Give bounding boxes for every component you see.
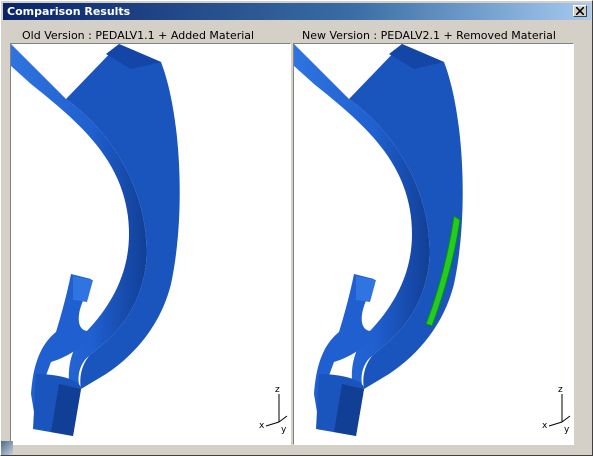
- pedal-model: [294, 44, 463, 436]
- old-version-label: Old Version : PEDALV1.1 + Added Material: [22, 29, 255, 42]
- axis-z-label: z: [558, 385, 563, 395]
- corner-graphic: [1, 441, 13, 455]
- axis-y-label: y: [564, 425, 570, 435]
- axis-triad: [548, 394, 571, 427]
- axis-y-label: y: [281, 425, 287, 435]
- new-version-model-view: z x y: [294, 44, 571, 436]
- axis-z-label: z: [275, 385, 280, 395]
- title-bar[interactable]: Comparison Results: [3, 3, 591, 20]
- axis-x-label: x: [542, 421, 548, 431]
- new-version-label: New Version : PEDALV2.1 + Removed Materi…: [302, 29, 556, 42]
- close-icon: [576, 7, 584, 15]
- comparison-results-dialog: Comparison Results Old Version : PEDALV1…: [0, 0, 593, 456]
- window-title: Comparison Results: [7, 5, 131, 18]
- axis-triad: [265, 394, 288, 427]
- close-button[interactable]: [573, 5, 587, 17]
- new-version-viewer[interactable]: z x y: [293, 43, 574, 445]
- old-version-model-view: z x y: [11, 44, 288, 436]
- axis-x-label: x: [259, 421, 265, 431]
- old-version-viewer[interactable]: z x y: [10, 43, 291, 445]
- pedal-model: [11, 44, 180, 436]
